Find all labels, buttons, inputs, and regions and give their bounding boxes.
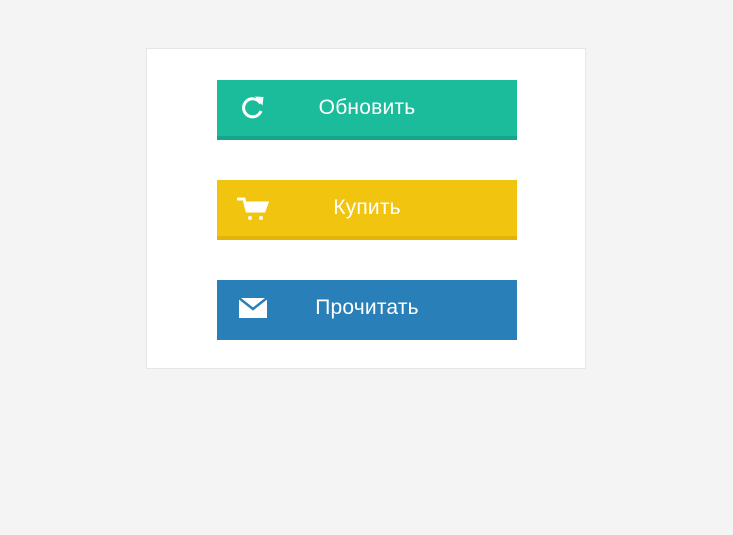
read-button-label: Прочитать xyxy=(315,296,419,319)
refresh-button[interactable]: Обновить xyxy=(217,80,517,140)
refresh-button-label: Обновить xyxy=(318,96,416,119)
buy-button[interactable]: Купить xyxy=(217,180,517,240)
button-panel: Обновить Купить Прочитать xyxy=(146,48,586,369)
read-button[interactable]: Прочитать xyxy=(217,280,517,340)
buy-button-label: Купить xyxy=(333,196,401,219)
